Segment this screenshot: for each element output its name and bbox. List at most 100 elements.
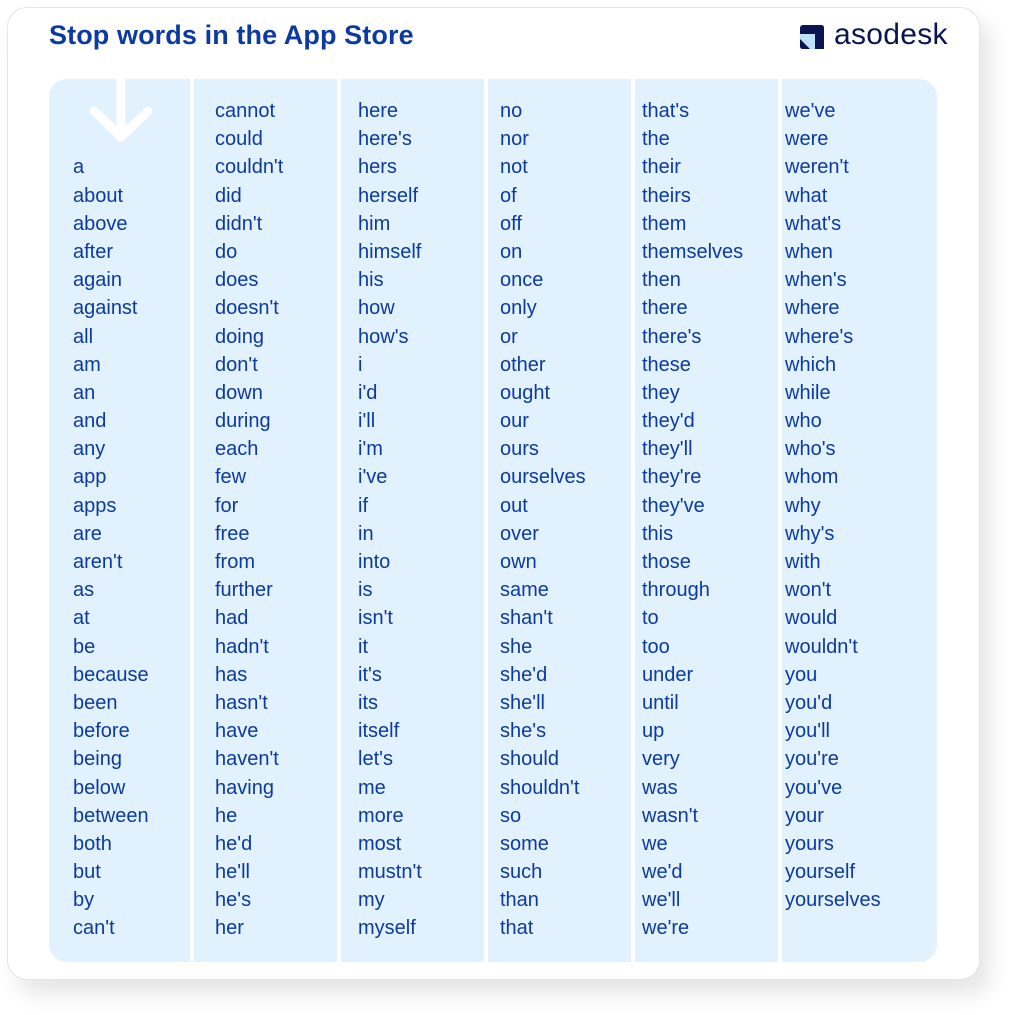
stop-word: while (785, 381, 831, 404)
stop-word: so (500, 804, 522, 827)
stop-word: itself (358, 720, 400, 743)
stop-word: haven't (215, 748, 279, 771)
stop-word: further (215, 579, 273, 602)
stop-word: we're (642, 917, 690, 940)
stop-word: let's (358, 748, 393, 771)
stop-word: through (642, 579, 710, 602)
word-column-4: no nor not of off on once only or other ought our ou… (500, 97, 586, 943)
stop-word: same (500, 579, 549, 602)
stop-word: they (642, 381, 680, 404)
stop-word: i'll (358, 410, 376, 433)
stop-word: of (500, 184, 517, 207)
stop-word: all (73, 325, 94, 348)
stop-word: doesn't (215, 297, 279, 320)
stop-word: her (215, 917, 244, 940)
stop-word: between (73, 804, 149, 827)
stop-word: are (73, 522, 102, 545)
stop-word: both (73, 832, 112, 855)
stop-word: where (785, 297, 840, 320)
stop-word: above (73, 212, 128, 235)
stop-word: who (785, 410, 822, 433)
stop-word: do (215, 240, 238, 263)
stop-word: weren't (785, 156, 849, 179)
stop-word: whom (785, 466, 839, 489)
stop-word: we've (785, 100, 836, 122)
stop-word: no (500, 100, 523, 122)
stop-word: under (642, 663, 694, 686)
stop-word: as (73, 579, 95, 602)
stop-word: free (215, 522, 250, 545)
stop-word: with (785, 551, 821, 573)
stop-word: hadn't (215, 635, 269, 658)
stop-word: off (500, 212, 522, 235)
stop-word: should (500, 748, 559, 771)
stop-word: him (358, 212, 391, 235)
stop-word: i'm (358, 438, 383, 461)
word-column-2: cannot could couldn't did didn't do does doesn'… (215, 97, 283, 943)
stop-word: won't (785, 579, 832, 602)
stop-word: theirs (642, 184, 691, 207)
stop-word: we (642, 832, 668, 855)
stop-word: app (73, 466, 107, 489)
stop-word: its (358, 691, 378, 714)
stop-word: once (500, 269, 544, 292)
stop-word: is (358, 579, 373, 602)
stop-word: didn't (215, 212, 263, 235)
stop-word: over (500, 522, 539, 545)
stop-word: couldn't (215, 156, 284, 179)
stop-word: that's (642, 100, 690, 122)
stop-word: on (500, 240, 523, 263)
stop-word: could (215, 128, 263, 151)
stop-word: cannot (215, 100, 276, 122)
stop-word: don't (215, 353, 258, 376)
stop-word: their (642, 156, 681, 179)
stop-word: those (642, 551, 691, 573)
stop-word: other (500, 353, 546, 376)
stop-word: isn't (358, 607, 393, 630)
stop-word: when's (785, 269, 847, 292)
stop-word: me (358, 776, 386, 799)
stop-word: such (500, 861, 543, 884)
stop-word: shan't (500, 607, 553, 630)
stop-word: from (215, 551, 255, 573)
stop-word: he (215, 804, 238, 827)
stop-word: our (500, 410, 529, 433)
stop-word: up (642, 720, 665, 743)
stop-word: we'll (642, 889, 681, 912)
stop-word: they're (642, 466, 702, 489)
stop-word: before (73, 720, 130, 743)
stop-word: to (642, 607, 659, 630)
word-column-1: a about above after again against all am an and an… (73, 97, 149, 943)
stop-word: for (215, 494, 239, 517)
stop-word: here (358, 100, 399, 122)
stop-word: until (642, 691, 679, 714)
stop-word: not (500, 156, 528, 179)
stop-word: too (642, 635, 670, 658)
stop-word: there's (642, 325, 702, 348)
stop-word: doing (215, 325, 264, 348)
stop-word: themselves (642, 240, 744, 263)
stop-word: because (73, 663, 149, 686)
word-column-6: we've were weren't what what's when when's wher… (785, 97, 881, 914)
word-column-3: here here's hers herself him himself his how how… (358, 97, 422, 943)
stop-word: been (73, 691, 118, 714)
stop-word: about (73, 184, 124, 207)
stop-word: she (500, 635, 533, 658)
stop-word: these (642, 353, 691, 376)
stop-word: any (73, 438, 106, 461)
stop-word: i've (358, 466, 388, 489)
stop-word: an (73, 381, 96, 404)
stop-word: what's (785, 212, 842, 235)
brand-name: asodesk (834, 18, 948, 51)
stop-word: this (642, 522, 674, 545)
stop-word: out (500, 494, 528, 517)
stop-word: herself (358, 184, 419, 207)
stop-word: you (785, 663, 818, 686)
stop-word: during (215, 410, 271, 433)
stop-word: be (73, 635, 96, 658)
stop-word: ought (500, 381, 551, 404)
stop-word: can't (73, 917, 115, 940)
stop-word: after (73, 240, 114, 263)
stop-word: we'd (642, 861, 683, 884)
